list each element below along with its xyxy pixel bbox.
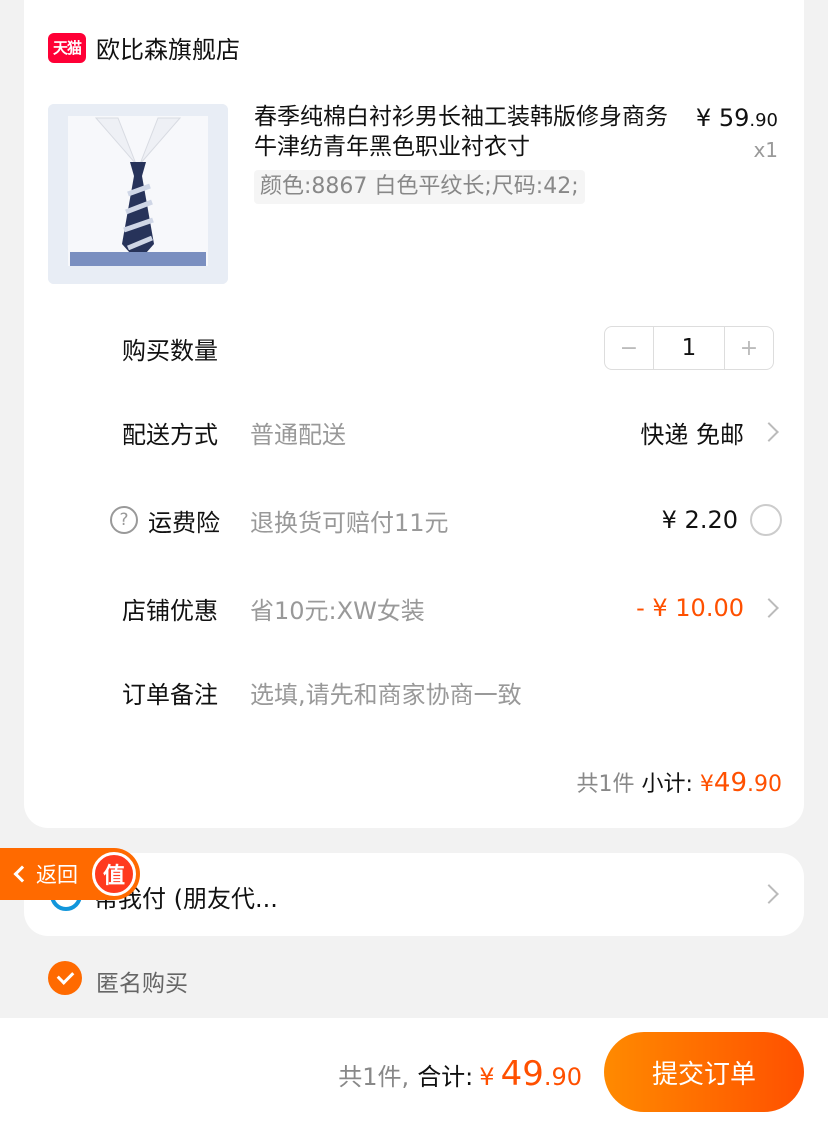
- back-button[interactable]: 返回 值: [0, 848, 140, 900]
- total-count: 共1件,: [338, 1063, 410, 1091]
- quantity-input[interactable]: 1: [653, 327, 725, 369]
- quantity-row: 购买数量 − 1 +: [24, 318, 804, 378]
- subtotal-int: 49: [713, 768, 747, 798]
- payment-card[interactable]: 帮我付 (朋友代...: [24, 853, 804, 936]
- anonymous-checkbox[interactable]: [48, 961, 82, 995]
- subtotal-dec: .90: [747, 772, 782, 797]
- checkout-bar: 共1件, 合计: ¥ 49.90 提交订单: [0, 1018, 828, 1126]
- product-price: ¥ 59.90: [696, 104, 778, 132]
- insurance-radio[interactable]: [750, 504, 782, 536]
- insurance-label: 运费险: [148, 508, 220, 537]
- tmall-icon: 天猫: [48, 32, 86, 63]
- quantity-label: 购买数量: [122, 336, 218, 365]
- question-icon[interactable]: ?: [110, 506, 138, 534]
- chevron-left-icon: [13, 865, 31, 883]
- subtotal-symbol: ¥: [699, 772, 714, 797]
- order-card: 天猫 欧比森旗舰店 春季纯棉白衬衫男长袖工装韩版修身商务牛津纺青年黑色职业衬衣寸…: [24, 0, 804, 828]
- store-name[interactable]: 欧比森旗舰店: [96, 30, 240, 65]
- store-header[interactable]: 天猫 欧比森旗舰店: [48, 30, 240, 65]
- total: 共1件, 合计: ¥ 49.90: [338, 1054, 582, 1094]
- chevron-right-icon: [759, 422, 779, 442]
- chevron-right-icon: [759, 598, 779, 618]
- discount-row[interactable]: 店铺优惠 省10元:XW女装 - ¥ 10.00: [24, 578, 804, 638]
- total-dec: .90: [543, 1063, 582, 1091]
- discount-value: 省10元:XW女装: [250, 596, 425, 625]
- shipping-value: 普通配送: [250, 420, 346, 449]
- note-label: 订单备注: [122, 680, 218, 709]
- minus-button[interactable]: −: [605, 327, 653, 369]
- quantity-stepper: − 1 +: [604, 326, 774, 370]
- product-quantity: x1: [753, 138, 778, 162]
- chevron-right-icon: [759, 884, 779, 904]
- price-int: 59: [718, 104, 750, 132]
- price-dec: .90: [749, 110, 778, 131]
- discount-label: 店铺优惠: [122, 596, 218, 625]
- product-title[interactable]: 春季纯棉白衬衫男长袖工装韩版修身商务牛津纺青年黑色职业衬衣寸: [254, 102, 674, 162]
- submit-order-button[interactable]: 提交订单: [604, 1032, 804, 1112]
- product-spec[interactable]: 颜色:8867 白色平纹长;尺码:42;: [254, 170, 585, 204]
- product-image[interactable]: [48, 104, 228, 284]
- total-int: 49: [500, 1054, 544, 1094]
- note-input[interactable]: 选填,请先和商家协商一致: [250, 675, 522, 710]
- insurance-value: 退换货可赔付11元: [250, 508, 449, 537]
- back-label: 返回: [36, 863, 78, 887]
- zhi-badge-icon: 值: [92, 852, 136, 896]
- shipping-option: 快递 免邮: [640, 420, 744, 449]
- shirt-tie-image: [48, 104, 228, 284]
- note-row[interactable]: 订单备注 选填,请先和商家协商一致: [24, 662, 804, 722]
- plus-button[interactable]: +: [725, 327, 773, 369]
- anonymous-label[interactable]: 匿名购买: [96, 964, 188, 998]
- shipping-label: 配送方式: [122, 420, 218, 449]
- insurance-price: ¥ 2.20: [661, 506, 738, 534]
- total-symbol: ¥: [479, 1063, 495, 1091]
- price-symbol: ¥: [695, 104, 712, 132]
- total-label: 合计:: [417, 1063, 474, 1091]
- insurance-row: ? 运费险 退换货可赔付11元 ¥ 2.20: [24, 490, 804, 550]
- shipping-row[interactable]: 配送方式 普通配送 快递 免邮: [24, 402, 804, 462]
- discount-amount: - ¥ 10.00: [636, 594, 744, 622]
- subtotal-label: 小计:: [641, 772, 693, 797]
- subtotal: 共1件 小计: ¥49.90: [576, 766, 782, 798]
- subtotal-count: 共1件: [576, 772, 635, 797]
